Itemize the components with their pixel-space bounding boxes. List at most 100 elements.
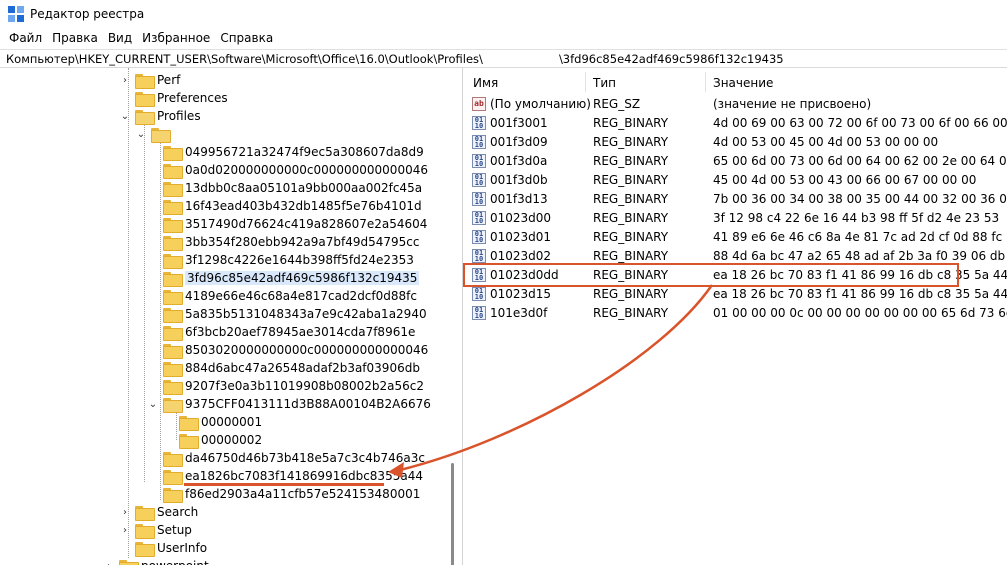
tree-item-key[interactable]: 8503020000000000c000000000000046 [163,341,428,359]
tree-item-profiles[interactable]: ⌄ Profiles [119,107,201,125]
value-row[interactable]: 01 10 001f3d13 REG_BINARY 7b 00 36 00 34 00 … [464,189,1007,208]
value-type: REG_BINARY [593,115,669,130]
folder-icon [119,559,139,565]
tree-item-key[interactable]: 049956721a32474f9ec5a308607da8d9 [163,143,424,161]
tree-item-key[interactable]: f86ed2903a4a11cfb57e524153480001 [163,485,420,503]
chevron-right-icon[interactable]: › [103,560,115,565]
value-name: 001f3d0a [490,153,548,168]
tree-item-setup[interactable]: › Setup [119,521,192,539]
tree-item-preferences[interactable]: Preferences [135,89,228,107]
tree-item-label: 0a0d020000000000c000000000000046 [185,163,428,177]
pane-splitter[interactable] [462,68,463,565]
tree-scrollbar-thumb[interactable] [451,463,454,565]
value-row[interactable]: 01 10 01023d01 REG_BINARY 41 89 e6 6e 46 c6 … [464,227,1007,246]
menu-favorites[interactable]: Избранное [137,31,215,45]
menu-help[interactable]: Справка [215,31,278,45]
value-row[interactable]: 01 10 101e3d0f REG_BINARY 01 00 00 00 0c 00 … [464,303,1007,322]
chevron-right-icon[interactable]: › [119,506,131,518]
folder-icon [163,253,183,269]
address-path-left: Компьютер\HKEY_CURRENT_USER\Software\Mic… [6,51,483,66]
folder-open-icon [163,397,183,413]
value-row[interactable]: ab (По умолчанию) REG_SZ (значение не присв… [464,94,1007,113]
menu-file[interactable]: Файл [4,31,47,45]
value-type: REG_BINARY [593,172,669,187]
value-data: 45 00 4d 00 53 00 43 00 66 00 67 00 00 0… [713,172,977,187]
value-row[interactable]: 01 10 01023d00 REG_BINARY 3f 12 98 c4 22 6e … [464,208,1007,227]
tree-item-key[interactable]: 16f43ead403b432db1485f5e76b4101d [163,197,422,215]
tree-item-key[interactable]: 3517490d76624c419a828607e2a54604 [163,215,427,233]
chevron-right-icon[interactable]: › [119,524,131,536]
binary-value-icon: 01 10 [472,153,486,168]
tree-item-redacted-profile[interactable]: ⌄ [135,125,173,143]
value-row[interactable]: 01 10 001f3d09 REG_BINARY 4d 00 53 00 45 00 … [464,132,1007,151]
tree-item-key[interactable]: da46750d46b73b418e5a7c3c4b746a3c [163,449,425,467]
tree-item-label: 00000002 [201,433,263,447]
tree-item-label: Perf [157,73,181,87]
highlight-box [463,263,959,287]
tree-item-label: 8503020000000000c000000000000046 [185,343,429,357]
tree-item-label: UserInfo [157,541,208,555]
value-row[interactable]: 01 10 001f3001 REG_BINARY 4d 00 69 00 63 00 … [464,113,1007,132]
column-separator[interactable] [585,72,586,92]
column-header-type[interactable]: Тип [593,76,616,90]
chevron-down-icon[interactable]: ⌄ [135,128,147,140]
tree-item-label: 049956721a32474f9ec5a308607da8d9 [185,145,424,159]
tree-item-key[interactable]: 3bb354f280ebb942a9a7bf49d54795cc [163,233,420,251]
folder-icon [135,523,155,539]
tree-item-powerpoint[interactable]: › powerpoint [103,557,209,565]
tree-item-subkey[interactable]: 00000001 [179,413,262,431]
value-name: 001f3d09 [490,134,548,149]
tree-item-key[interactable]: 9207f3e0a3b11019908b08002b2a56c2 [163,377,424,395]
folder-icon [135,505,155,521]
tree-item-label: Preferences [157,91,228,105]
tree-item-key-expanded[interactable]: ⌄ 9375CFF0413111d3B88A00104B2A6676 [147,395,431,413]
value-row[interactable]: 01 10 001f3d0a REG_BINARY 65 00 6d 00 73 00 … [464,151,1007,170]
key-tree[interactable]: › Perf Preferences ⌄ Profiles ⌄ 04995672… [0,68,459,565]
folder-icon [135,541,155,557]
folder-icon [163,361,183,377]
column-header-value[interactable]: Значение [713,76,773,90]
folder-icon [163,343,183,359]
tree-item-userinfo[interactable]: UserInfo [135,539,207,557]
tree-item-key[interactable]: 0a0d020000000000c000000000000046 [163,161,428,179]
value-name: 01023d02 [490,248,552,263]
menu-view[interactable]: Вид [103,31,137,45]
value-name: 101e3d0f [490,305,548,320]
chevron-down-icon[interactable]: ⌄ [147,398,159,410]
value-name-cell: 01 10 001f3d09 [472,132,548,151]
folder-icon [163,145,183,161]
tree-item-key-selected[interactable]: 3fd96c85e42adf469c5986f132c19435 [163,269,420,287]
chevron-right-icon[interactable]: › [119,74,131,86]
folder-icon [163,325,183,341]
tree-item-label: 884d6abc47a26548adaf2b3af03906db [185,361,420,375]
tree-item-label: 5a835b5131048343a7e9c42aba1a2940 [185,307,427,321]
highlight-underline [184,483,384,486]
value-type: REG_BINARY [593,210,669,225]
column-header-name[interactable]: Имя [473,76,498,90]
tree-item-label: 16f43ead403b432db1485f5e76b4101d [185,199,422,213]
tree-item-key[interactable]: 884d6abc47a26548adaf2b3af03906db [163,359,420,377]
value-name: 01023d15 [490,286,552,301]
tree-item-key[interactable]: 5a835b5131048343a7e9c42aba1a2940 [163,305,427,323]
tree-item-key[interactable]: 4189e66e46c68a4e817cad2dcf0d88fc [163,287,417,305]
address-path-right: \3fd96c85e42adf469c5986f132c19435 [558,51,784,66]
value-list[interactable]: Имя Тип Значение ab (По умолчанию) REG_SZ (… [464,68,1007,565]
value-name: 001f3001 [490,115,548,130]
tree-item-search[interactable]: › Search [119,503,198,521]
binary-value-icon: 01 10 [472,286,486,301]
value-name-cell: 01 10 001f3d0a [472,151,547,170]
chevron-down-icon[interactable]: ⌄ [119,110,131,122]
value-name: 01023d00 [490,210,552,225]
value-data: 01 00 00 00 0c 00 00 00 00 00 00 00 65 6… [713,305,1007,320]
tree-item-key[interactable]: 13dbb0c8aa05101a9bb000aa002fc45a [163,179,422,197]
address-bar[interactable]: Компьютер\HKEY_CURRENT_USER\Software\Mic… [0,49,1007,68]
tree-item-key[interactable]: 3f1298c4226e1644b398ff5fd24e2353 [163,251,414,269]
value-row[interactable]: 01 10 001f3d0b REG_BINARY 45 00 4d 00 53 00 … [464,170,1007,189]
value-data: 4d 00 69 00 63 00 72 00 6f 00 73 00 6f 0… [713,115,1007,130]
tree-item-subkey[interactable]: 00000002 [179,431,262,449]
tree-item-perf[interactable]: › Perf [119,71,180,89]
menu-edit[interactable]: Правка [47,31,103,45]
tree-item-key[interactable]: 6f3bcb20aef78945ae3014cda7f8961e [163,323,415,341]
column-separator[interactable] [705,72,706,92]
value-type: REG_BINARY [593,305,669,320]
